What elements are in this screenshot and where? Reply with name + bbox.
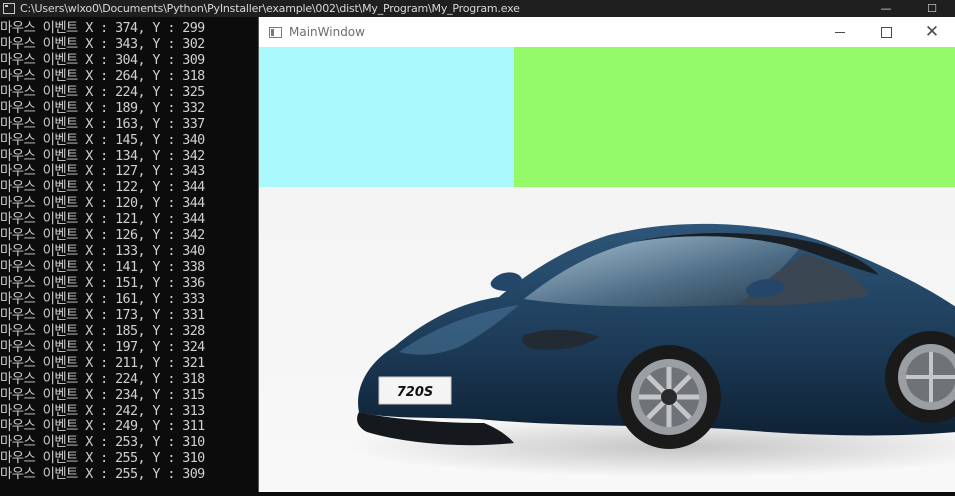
console-titlebar: C:\Users\wlxo0\Documents\Python\PyInstal… <box>0 0 955 17</box>
console-minimize-button[interactable]: — <box>863 0 909 17</box>
console-line: 마우스 이벤트 X : 343, Y : 302 <box>0 36 205 52</box>
main-window-titlebar[interactable]: MainWindow ✕ <box>259 17 955 47</box>
license-plate-text: 720S <box>397 385 434 400</box>
minimize-button[interactable] <box>817 17 863 47</box>
console-window-controls: — ☐ <box>863 0 955 17</box>
console-line: 마우스 이벤트 X : 374, Y : 299 <box>0 21 205 36</box>
console-maximize-button[interactable]: ☐ <box>909 0 955 17</box>
console-line: 마우스 이벤트 X : 255, Y : 309 <box>0 467 205 483</box>
cyan-panel[interactable] <box>259 47 514 187</box>
console-line: 마우스 이벤트 X : 249, Y : 311 <box>0 419 205 435</box>
console-line: 마우스 이벤트 X : 122, Y : 344 <box>0 180 205 196</box>
console-line: 마우스 이벤트 X : 133, Y : 340 <box>0 244 205 260</box>
console-line: 마우스 이벤트 X : 134, Y : 342 <box>0 148 205 164</box>
console-title: C:\Users\wlxo0\Documents\Python\PyInstal… <box>20 2 520 15</box>
main-window-title: MainWindow <box>289 25 365 39</box>
console-line: 마우스 이벤트 X : 224, Y : 325 <box>0 84 205 100</box>
main-window: MainWindow ✕ 720S <box>258 17 955 492</box>
console-app-icon <box>3 3 15 14</box>
car-image-panel[interactable]: 720S <box>259 187 955 492</box>
console-line: 마우스 이벤트 X : 121, Y : 344 <box>0 212 205 228</box>
console-line: 마우스 이벤트 X : 161, Y : 333 <box>0 291 205 307</box>
console-line: 마우스 이벤트 X : 120, Y : 344 <box>0 196 205 212</box>
console-line: 마우스 이벤트 X : 141, Y : 338 <box>0 260 205 276</box>
close-icon: ✕ <box>924 22 940 42</box>
console-line: 마우스 이벤트 X : 151, Y : 336 <box>0 276 205 291</box>
window-app-icon <box>269 26 282 38</box>
console-line: 마우스 이벤트 X : 253, Y : 310 <box>0 435 205 451</box>
maximize-button[interactable] <box>863 17 909 47</box>
maximize-icon <box>880 26 892 38</box>
console-line: 마우스 이벤트 X : 145, Y : 340 <box>0 132 205 148</box>
console-line: 마우스 이벤트 X : 126, Y : 342 <box>0 228 205 244</box>
main-window-controls: ✕ <box>817 17 955 47</box>
console-line: 마우스 이벤트 X : 163, Y : 337 <box>0 116 205 132</box>
console-output: 마우스 이벤트 X : 374, Y : 299 마우스 이벤트 X : 343,… <box>0 21 258 483</box>
console-line: 마우스 이벤트 X : 173, Y : 331 <box>0 307 205 323</box>
console-line: 마우스 이벤트 X : 234, Y : 315 <box>0 387 205 403</box>
green-panel[interactable] <box>514 47 955 187</box>
car-image: 720S <box>349 223 955 477</box>
main-window-content: 720S <box>259 47 955 492</box>
console-line: 마우스 이벤트 X : 185, Y : 328 <box>0 323 205 339</box>
console-line: 마우스 이벤트 X : 242, Y : 313 <box>0 403 205 419</box>
console-line: 마우스 이벤트 X : 304, Y : 309 <box>0 52 205 68</box>
console-line: 마우스 이벤트 X : 127, Y : 343 <box>0 164 205 180</box>
console-line: 마우스 이벤트 X : 224, Y : 318 <box>0 371 205 387</box>
console-line: 마우스 이벤트 X : 255, Y : 310 <box>0 451 205 467</box>
console-line: 마우스 이벤트 X : 264, Y : 318 <box>0 68 205 84</box>
close-button[interactable]: ✕ <box>909 17 955 47</box>
console-line: 마우스 이벤트 X : 189, Y : 332 <box>0 100 205 116</box>
console-line: 마우스 이벤트 X : 197, Y : 324 <box>0 339 205 355</box>
console-line: 마우스 이벤트 X : 211, Y : 321 <box>0 355 205 371</box>
minimize-icon <box>835 31 845 33</box>
